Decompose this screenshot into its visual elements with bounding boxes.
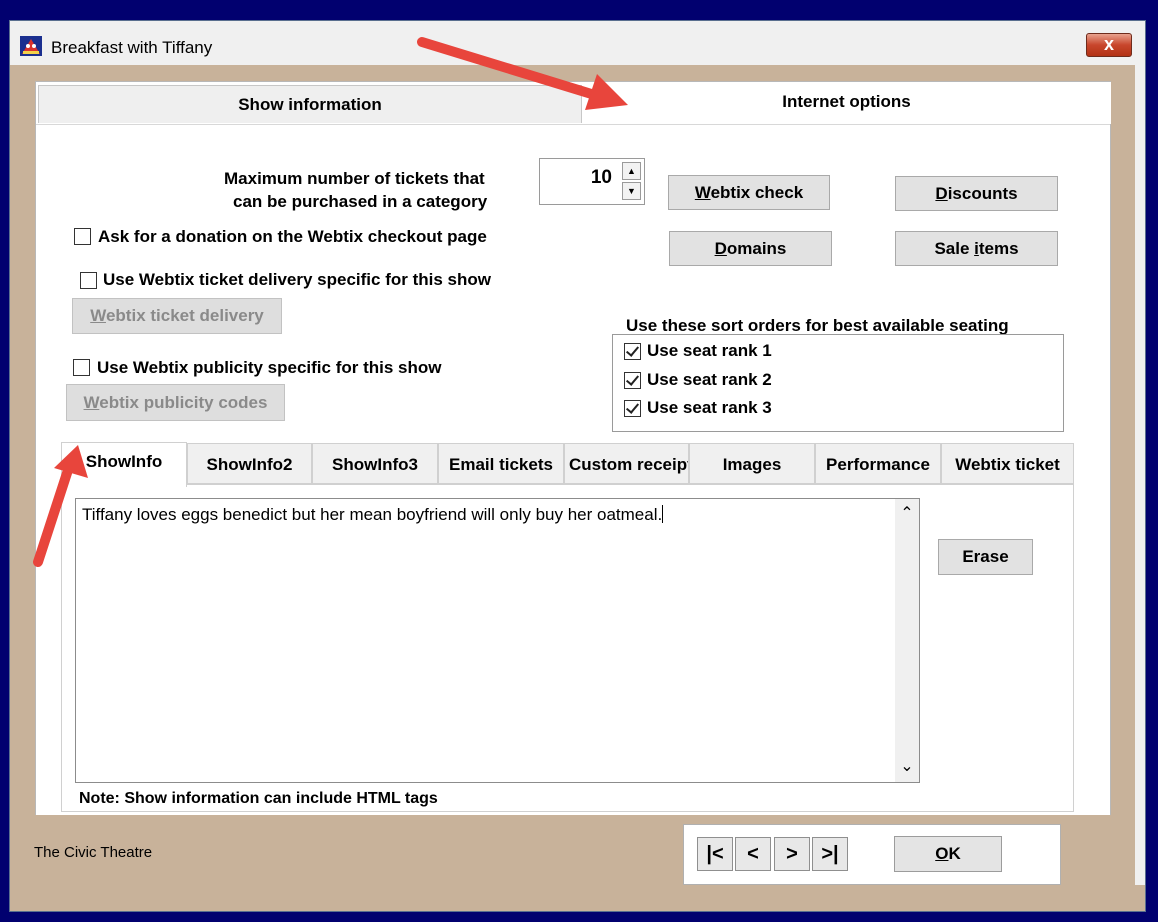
- sort-orders-title: Use these sort orders for best available…: [626, 316, 1009, 335]
- window-title: Breakfast with Tiffany: [51, 38, 213, 57]
- tab-internet-options[interactable]: Internet options: [582, 82, 1111, 124]
- domains-accel: D: [714, 239, 727, 258]
- last-record-button[interactable]: >|: [812, 837, 848, 871]
- domains-label: omains: [726, 239, 787, 258]
- subtab-email-tickets[interactable]: Email tickets: [438, 443, 564, 484]
- stepper-down-icon[interactable]: ▼: [622, 182, 641, 200]
- ok-button[interactable]: OK: [894, 836, 1002, 872]
- publicity-codes-button: Webtix publicity codes: [66, 384, 285, 421]
- subtab-custom-receipt[interactable]: Custom receipt: [564, 443, 689, 484]
- venue-name: The Civic Theatre: [34, 844, 153, 861]
- domains-button[interactable]: Domains: [669, 231, 832, 266]
- webtix-check-button[interactable]: Webtix check: [668, 175, 830, 210]
- scroll-up-icon[interactable]: ⌃: [895, 503, 919, 523]
- max-tickets-label-line2: can be purchased in a category: [233, 192, 488, 211]
- erase-button[interactable]: Erase: [938, 539, 1033, 575]
- window-scroll-strip: [1135, 65, 1145, 885]
- max-tickets-label-line1: Maximum number of tickets that: [224, 169, 485, 188]
- textarea-scrollbar[interactable]: ⌃ ⌄: [895, 499, 919, 782]
- ok-accel: O: [935, 844, 949, 863]
- app-window: Breakfast with Tiffany x Show informatio…: [9, 20, 1146, 912]
- subtab-showinfo[interactable]: ShowInfo: [61, 442, 187, 487]
- ticket-delivery-checkbox[interactable]: [80, 272, 97, 289]
- show-info-value: Tiffany loves eggs benedict but her mean…: [82, 505, 663, 524]
- seat-rank-2-label: Use seat rank 2: [647, 370, 772, 389]
- next-record-button[interactable]: >: [774, 837, 810, 871]
- publicity-codes-btn-label: ebtix publicity codes: [99, 393, 268, 412]
- html-note: Note: Show information can include HTML …: [79, 790, 438, 807]
- seat-rank-2-checkbox[interactable]: [624, 372, 641, 389]
- close-button[interactable]: x: [1086, 33, 1132, 57]
- stepper-up-icon[interactable]: ▲: [622, 162, 641, 180]
- max-tickets-stepper[interactable]: 10 ▲ ▼: [539, 158, 645, 205]
- publicity-checkbox[interactable]: [73, 359, 90, 376]
- ticket-delivery-label: Use Webtix ticket delivery specific for …: [103, 270, 491, 289]
- theatre-app-icon: [20, 36, 42, 56]
- main-panel: Show information Internet options Maximu…: [35, 81, 1111, 815]
- ticket-delivery-accel: W: [90, 306, 106, 325]
- close-icon: x: [1103, 34, 1114, 54]
- sale-items-button[interactable]: Sale items: [895, 231, 1058, 266]
- seat-rank-3-checkbox[interactable]: [624, 400, 641, 417]
- seat-rank-3-label: Use seat rank 3: [647, 398, 772, 417]
- donation-checkbox[interactable]: [74, 228, 91, 245]
- show-info-text: Tiffany loves eggs benedict but her mean…: [82, 505, 664, 525]
- publicity-label: Use Webtix publicity specific for this s…: [97, 358, 442, 377]
- ticket-delivery-button: Webtix ticket delivery: [72, 298, 282, 334]
- donation-label: Ask for a donation on the Webtix checkou…: [98, 227, 487, 246]
- sort-orders-group: Use seat rank 1 Use seat rank 2 Use seat…: [612, 334, 1064, 432]
- webtix-check-label: ebtix check: [710, 183, 804, 202]
- discounts-accel: D: [935, 184, 948, 203]
- scroll-down-icon[interactable]: ⌄: [895, 756, 919, 776]
- ok-label: K: [948, 844, 961, 863]
- discounts-label: iscounts: [947, 184, 1018, 203]
- tab-show-information[interactable]: Show information: [38, 85, 582, 123]
- webtix-check-accel: W: [694, 183, 711, 202]
- showinfo-panel: Tiffany loves eggs benedict but her mean…: [61, 484, 1074, 812]
- internet-options-panel: Maximum number of tickets that can be pu…: [36, 124, 1110, 815]
- discounts-button[interactable]: Discounts: [895, 176, 1058, 211]
- sale-items-label-pre: Sale: [934, 239, 975, 258]
- ticket-delivery-btn-label: ebtix ticket delivery: [105, 306, 264, 325]
- publicity-codes-accel: W: [83, 393, 100, 412]
- seat-rank-1-label: Use seat rank 1: [647, 341, 772, 360]
- subtab-showinfo3[interactable]: ShowInfo3: [312, 443, 438, 484]
- subtab-showinfo2[interactable]: ShowInfo2: [187, 443, 312, 484]
- record-navigation: |< < > >| OK: [683, 824, 1061, 885]
- show-info-textarea[interactable]: Tiffany loves eggs benedict but her mean…: [75, 498, 920, 783]
- seat-rank-1-checkbox[interactable]: [624, 343, 641, 360]
- first-record-button[interactable]: |<: [697, 837, 733, 871]
- subtab-webtix-ticket[interactable]: Webtix ticket: [941, 443, 1074, 484]
- subtab-images[interactable]: Images: [689, 443, 815, 484]
- max-tickets-value: 10: [590, 167, 612, 188]
- text-caret: [662, 505, 664, 523]
- title-bar: Breakfast with Tiffany x: [10, 21, 1145, 65]
- sale-items-label-post: tems: [978, 239, 1019, 258]
- subtab-performance[interactable]: Performance: [815, 443, 941, 484]
- prev-record-button[interactable]: <: [735, 837, 771, 871]
